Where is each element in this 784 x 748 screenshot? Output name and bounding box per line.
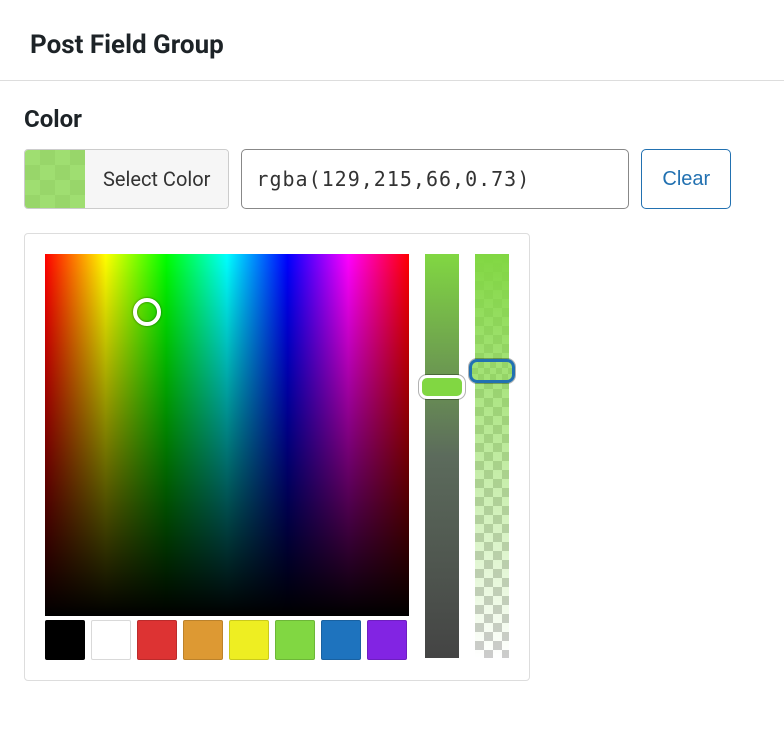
meta-box-header: Post Field Group	[0, 0, 784, 81]
select-color-button[interactable]: Select Color	[24, 149, 229, 209]
preset-swatch[interactable]	[137, 620, 177, 660]
alpha-slider[interactable]	[475, 254, 509, 658]
preset-swatch[interactable]	[183, 620, 223, 660]
meta-box-title: Post Field Group	[30, 30, 760, 60]
preset-swatch-row	[45, 620, 409, 660]
preset-swatch[interactable]	[367, 620, 407, 660]
field-group-content: Color Select Color Clear	[0, 81, 784, 705]
saturation-value-column	[45, 254, 409, 660]
clear-button[interactable]: Clear	[641, 149, 731, 209]
preset-swatch[interactable]	[275, 620, 315, 660]
color-picker-panel	[24, 233, 530, 681]
preset-swatch[interactable]	[321, 620, 361, 660]
current-color-swatch	[25, 150, 85, 208]
preset-swatch[interactable]	[45, 620, 85, 660]
color-value-input[interactable]	[241, 149, 629, 209]
field-label: Color	[24, 105, 760, 133]
alpha-slider-thumb[interactable]	[469, 359, 515, 383]
hue-slider-thumb[interactable]	[419, 375, 465, 399]
preset-swatch[interactable]	[91, 620, 131, 660]
hue-slider[interactable]	[425, 254, 459, 658]
sv-cursor[interactable]	[133, 298, 161, 326]
preset-swatch[interactable]	[229, 620, 269, 660]
saturation-value-area[interactable]	[45, 254, 409, 616]
color-controls-row: Select Color Clear	[24, 149, 760, 209]
select-color-label: Select Color	[85, 150, 228, 208]
